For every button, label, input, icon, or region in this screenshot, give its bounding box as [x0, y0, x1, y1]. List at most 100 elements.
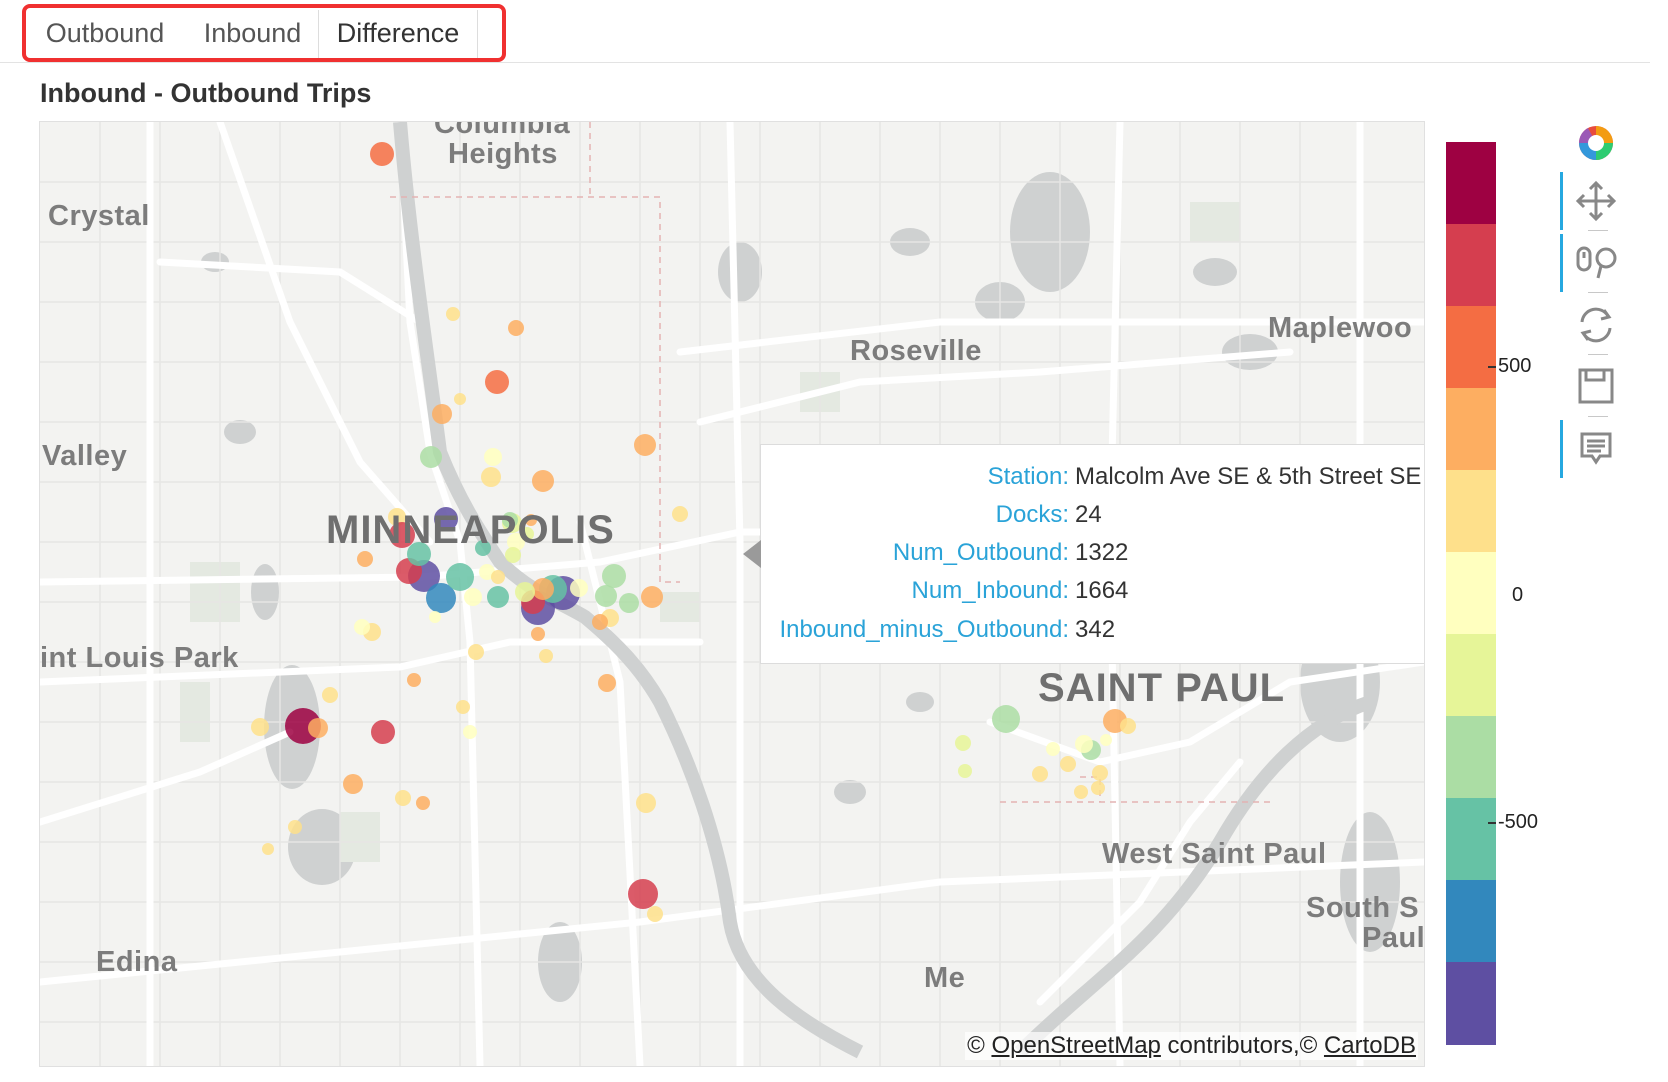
station-marker[interactable] [570, 579, 588, 597]
openstreetmap-link[interactable]: OpenStreetMap [991, 1032, 1160, 1059]
reset-tool-icon[interactable] [1568, 298, 1624, 352]
attribution-middle: contributors,© [1160, 1032, 1324, 1059]
plot-toolbar [1560, 112, 1632, 492]
station-marker[interactable] [420, 446, 442, 468]
station-marker[interactable] [262, 843, 274, 855]
station-marker[interactable] [343, 774, 363, 794]
station-marker[interactable] [1092, 765, 1108, 781]
tooltip-key-num-inbound: Num_Inbound: [911, 577, 1069, 604]
place-label-valley: Valley [42, 440, 128, 472]
station-marker[interactable] [251, 718, 269, 736]
station-marker[interactable] [595, 585, 617, 607]
hover-tooltip: Station: Malcolm Ave SE & 5th Street SE … [743, 444, 1424, 664]
station-marker[interactable] [992, 705, 1020, 733]
tooltip-key-station: Station: [987, 463, 1069, 490]
pan-tool-icon[interactable] [1568, 174, 1624, 228]
tooltip-row-num-outbound: Num_Outbound: 1322 [761, 539, 1424, 577]
tooltip-value-num-outbound: 1322 [1075, 539, 1129, 566]
station-marker[interactable] [641, 586, 663, 608]
station-marker[interactable] [322, 687, 338, 703]
place-label-mendota: Me [924, 962, 966, 994]
save-tool-icon[interactable] [1568, 360, 1624, 414]
station-marker[interactable] [1091, 781, 1105, 795]
bokeh-logo-icon[interactable] [1568, 116, 1624, 170]
station-marker[interactable] [636, 793, 656, 813]
station-marker[interactable] [432, 404, 452, 424]
station-marker[interactable] [515, 582, 535, 602]
colorbar-segment [1446, 962, 1496, 1045]
station-marker[interactable] [395, 790, 411, 806]
station-marker[interactable] [456, 700, 470, 714]
station-marker[interactable] [539, 649, 553, 663]
hover-tool-icon[interactable] [1568, 422, 1624, 476]
place-label-paul: Paul [1362, 922, 1425, 954]
station-marker[interactable] [1060, 756, 1076, 772]
tooltip-key-difference: Inbound_minus_Outbound: [779, 616, 1069, 643]
plot-title: Inbound - Outbound Trips [40, 78, 372, 108]
station-marker[interactable] [1046, 742, 1060, 756]
colorbar-segment [1446, 552, 1496, 635]
station-marker[interactable] [531, 627, 545, 641]
station-marker[interactable] [416, 796, 430, 810]
tooltip-value-difference: 342 [1075, 616, 1116, 643]
colorbar-label-neg-500: -500 [1498, 811, 1539, 833]
station-marker[interactable] [487, 586, 509, 608]
station-marker[interactable] [288, 820, 302, 834]
station-marker[interactable] [958, 764, 972, 778]
station-marker[interactable] [532, 470, 554, 492]
station-marker[interactable] [647, 906, 663, 922]
station-marker[interactable] [446, 307, 460, 321]
station-marker[interactable] [357, 551, 373, 567]
wheel-zoom-active-indicator [1560, 234, 1563, 292]
station-marker[interactable] [592, 614, 608, 630]
station-marker[interactable] [454, 393, 466, 405]
station-marker[interactable] [1120, 718, 1136, 734]
place-label-edina: Edina [96, 946, 178, 978]
station-marker[interactable] [628, 879, 658, 909]
map-canvas[interactable]: Columbia Heights Crystal Roseville Maple… [39, 121, 1425, 1067]
station-marker[interactable] [463, 725, 477, 739]
station-marker[interactable] [491, 570, 505, 584]
station-marker[interactable] [484, 448, 502, 466]
station-marker[interactable] [446, 563, 474, 591]
station-marker[interactable] [634, 434, 656, 456]
station-marker[interactable] [370, 142, 394, 166]
station-marker[interactable] [602, 564, 626, 588]
station-marker[interactable] [308, 718, 328, 738]
tooltip-row-docks: Docks: 24 [761, 501, 1424, 539]
colorbar-segment [1446, 798, 1496, 881]
station-marker[interactable] [464, 588, 482, 606]
station-marker[interactable] [429, 611, 441, 623]
cartodb-link[interactable]: CartoDB [1324, 1032, 1416, 1059]
station-marker[interactable] [1032, 766, 1048, 782]
station-marker[interactable] [619, 593, 639, 613]
station-marker[interactable] [672, 506, 688, 522]
colorbar-tick-500 [1488, 366, 1496, 368]
station-marker[interactable] [1100, 734, 1112, 746]
station-marker[interactable] [354, 619, 370, 635]
toolbar-separator [1588, 230, 1608, 231]
station-marker[interactable] [468, 644, 484, 660]
station-marker[interactable] [532, 578, 554, 600]
wheel-zoom-tool-icon[interactable] [1568, 236, 1624, 290]
station-marker[interactable] [508, 320, 524, 336]
colorbar-segment [1446, 388, 1496, 471]
colorbar-tick-neg-500 [1488, 822, 1496, 824]
station-marker[interactable] [371, 720, 395, 744]
station-marker[interactable] [598, 674, 616, 692]
station-marker[interactable] [481, 467, 501, 487]
colorbar-segment [1446, 224, 1496, 307]
colorbar-label-500: 500 [1498, 355, 1532, 377]
place-label-minneapolis: MINNEAPOLIS [326, 508, 615, 552]
place-label-roseville: Roseville [850, 335, 982, 367]
colorbar-segment [1446, 634, 1496, 717]
station-marker[interactable] [485, 370, 509, 394]
toolbar-separator [1588, 416, 1608, 417]
station-marker[interactable] [1075, 735, 1093, 753]
colorbar-segment [1446, 470, 1496, 553]
station-marker[interactable] [407, 673, 421, 687]
toolbar-separator [1588, 354, 1608, 355]
place-label-heights: Heights [448, 138, 558, 170]
station-marker[interactable] [955, 735, 971, 751]
station-marker[interactable] [1074, 785, 1088, 799]
